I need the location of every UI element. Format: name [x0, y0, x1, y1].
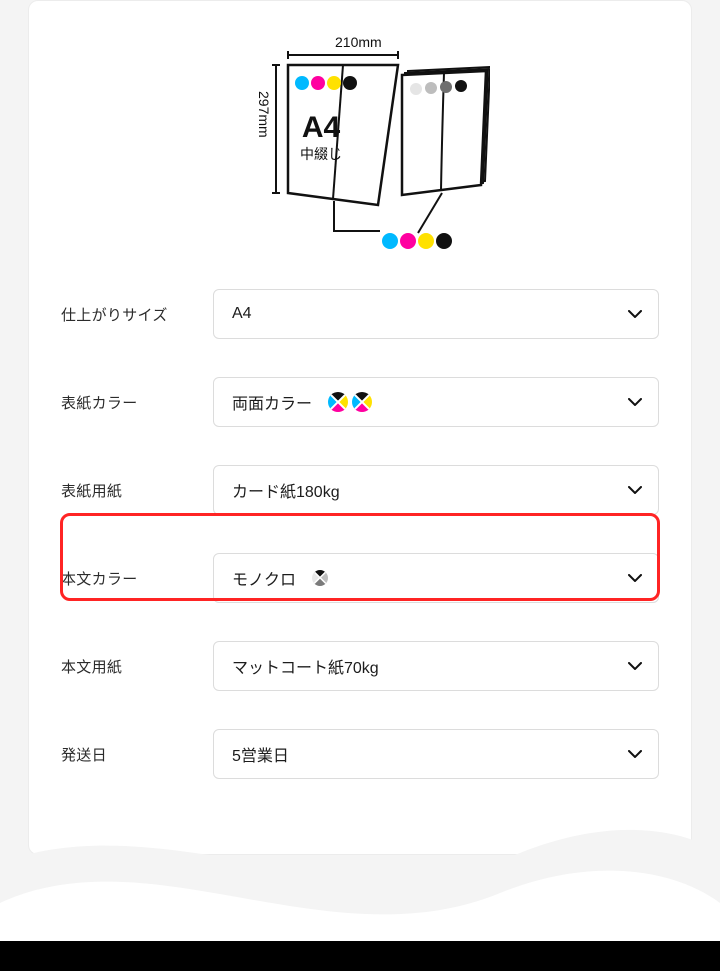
label-body-color: 本文カラー: [61, 568, 213, 589]
grey-dot-icon: [440, 81, 452, 93]
cmyk-dot-magenta-icon: [311, 76, 325, 90]
row-size: 仕上がりサイズ A4: [61, 289, 659, 339]
booklet-diagram: 210mm 297mm A4 中綴じ: [61, 31, 659, 257]
chevron-down-icon: [628, 310, 642, 318]
diagram-width-label: 210mm: [335, 34, 382, 50]
row-ship-date: 発送日 5営業日: [61, 729, 659, 779]
row-cover-color: 表紙カラー 両面カラー: [61, 377, 659, 427]
row-body-color: 本文カラー モノクロ: [61, 553, 659, 603]
select-cover-paper[interactable]: カード紙180kg: [213, 465, 659, 515]
diagram-binding-label: 中綴じ: [300, 146, 342, 162]
row-cover-paper: 表紙用紙 カード紙180kg: [61, 465, 659, 515]
cmyk-dot-yellow-icon: [327, 76, 341, 90]
chevron-down-icon: [628, 486, 642, 494]
cmyk-swatch-icon: [328, 392, 348, 412]
cmyk-dot-cyan-icon: [295, 76, 309, 90]
cmyk-dot-black-icon: [343, 76, 357, 90]
grey-dot-icon: [410, 83, 422, 95]
select-cover-paper-value: カード紙180kg: [232, 478, 340, 502]
label-cover-color: 表紙カラー: [61, 392, 213, 413]
select-body-color-value: モノクロ: [232, 566, 296, 590]
footer-bar: [0, 941, 720, 971]
select-size[interactable]: A4: [213, 289, 659, 339]
cmyk-dot-cyan-icon: [382, 233, 398, 249]
cmyk-dot-yellow-icon: [418, 233, 434, 249]
label-ship-date: 発送日: [61, 744, 213, 765]
diagram-size-label: A4: [302, 111, 341, 144]
select-ship-date[interactable]: 5営業日: [213, 729, 659, 779]
label-size: 仕上がりサイズ: [61, 304, 213, 325]
cmyk-dot-magenta-icon: [400, 233, 416, 249]
label-cover-paper: 表紙用紙: [61, 480, 213, 501]
chevron-down-icon: [628, 750, 642, 758]
chevron-down-icon: [628, 662, 642, 670]
select-cover-color[interactable]: 両面カラー: [213, 377, 659, 427]
select-size-value: A4: [232, 305, 252, 323]
grey-dot-icon: [455, 80, 467, 92]
cmyk-swatch-icon: [352, 392, 372, 412]
select-cover-color-value: 両面カラー: [232, 390, 312, 414]
monochrome-swatch-icon: [312, 570, 328, 586]
diagram-height-label: 297mm: [256, 91, 272, 138]
select-body-paper-value: マットコート紙70kg: [232, 654, 379, 678]
grey-dot-icon: [425, 82, 437, 94]
select-ship-date-value: 5営業日: [232, 742, 289, 766]
row-body-paper: 本文用紙 マットコート紙70kg: [61, 641, 659, 691]
select-body-color[interactable]: モノクロ: [213, 553, 659, 603]
chevron-down-icon: [628, 398, 642, 406]
label-body-paper: 本文用紙: [61, 656, 213, 677]
select-body-paper[interactable]: マットコート紙70kg: [213, 641, 659, 691]
config-panel: 210mm 297mm A4 中綴じ: [28, 0, 692, 855]
cmyk-dot-black-icon: [436, 233, 452, 249]
chevron-down-icon: [628, 574, 642, 582]
